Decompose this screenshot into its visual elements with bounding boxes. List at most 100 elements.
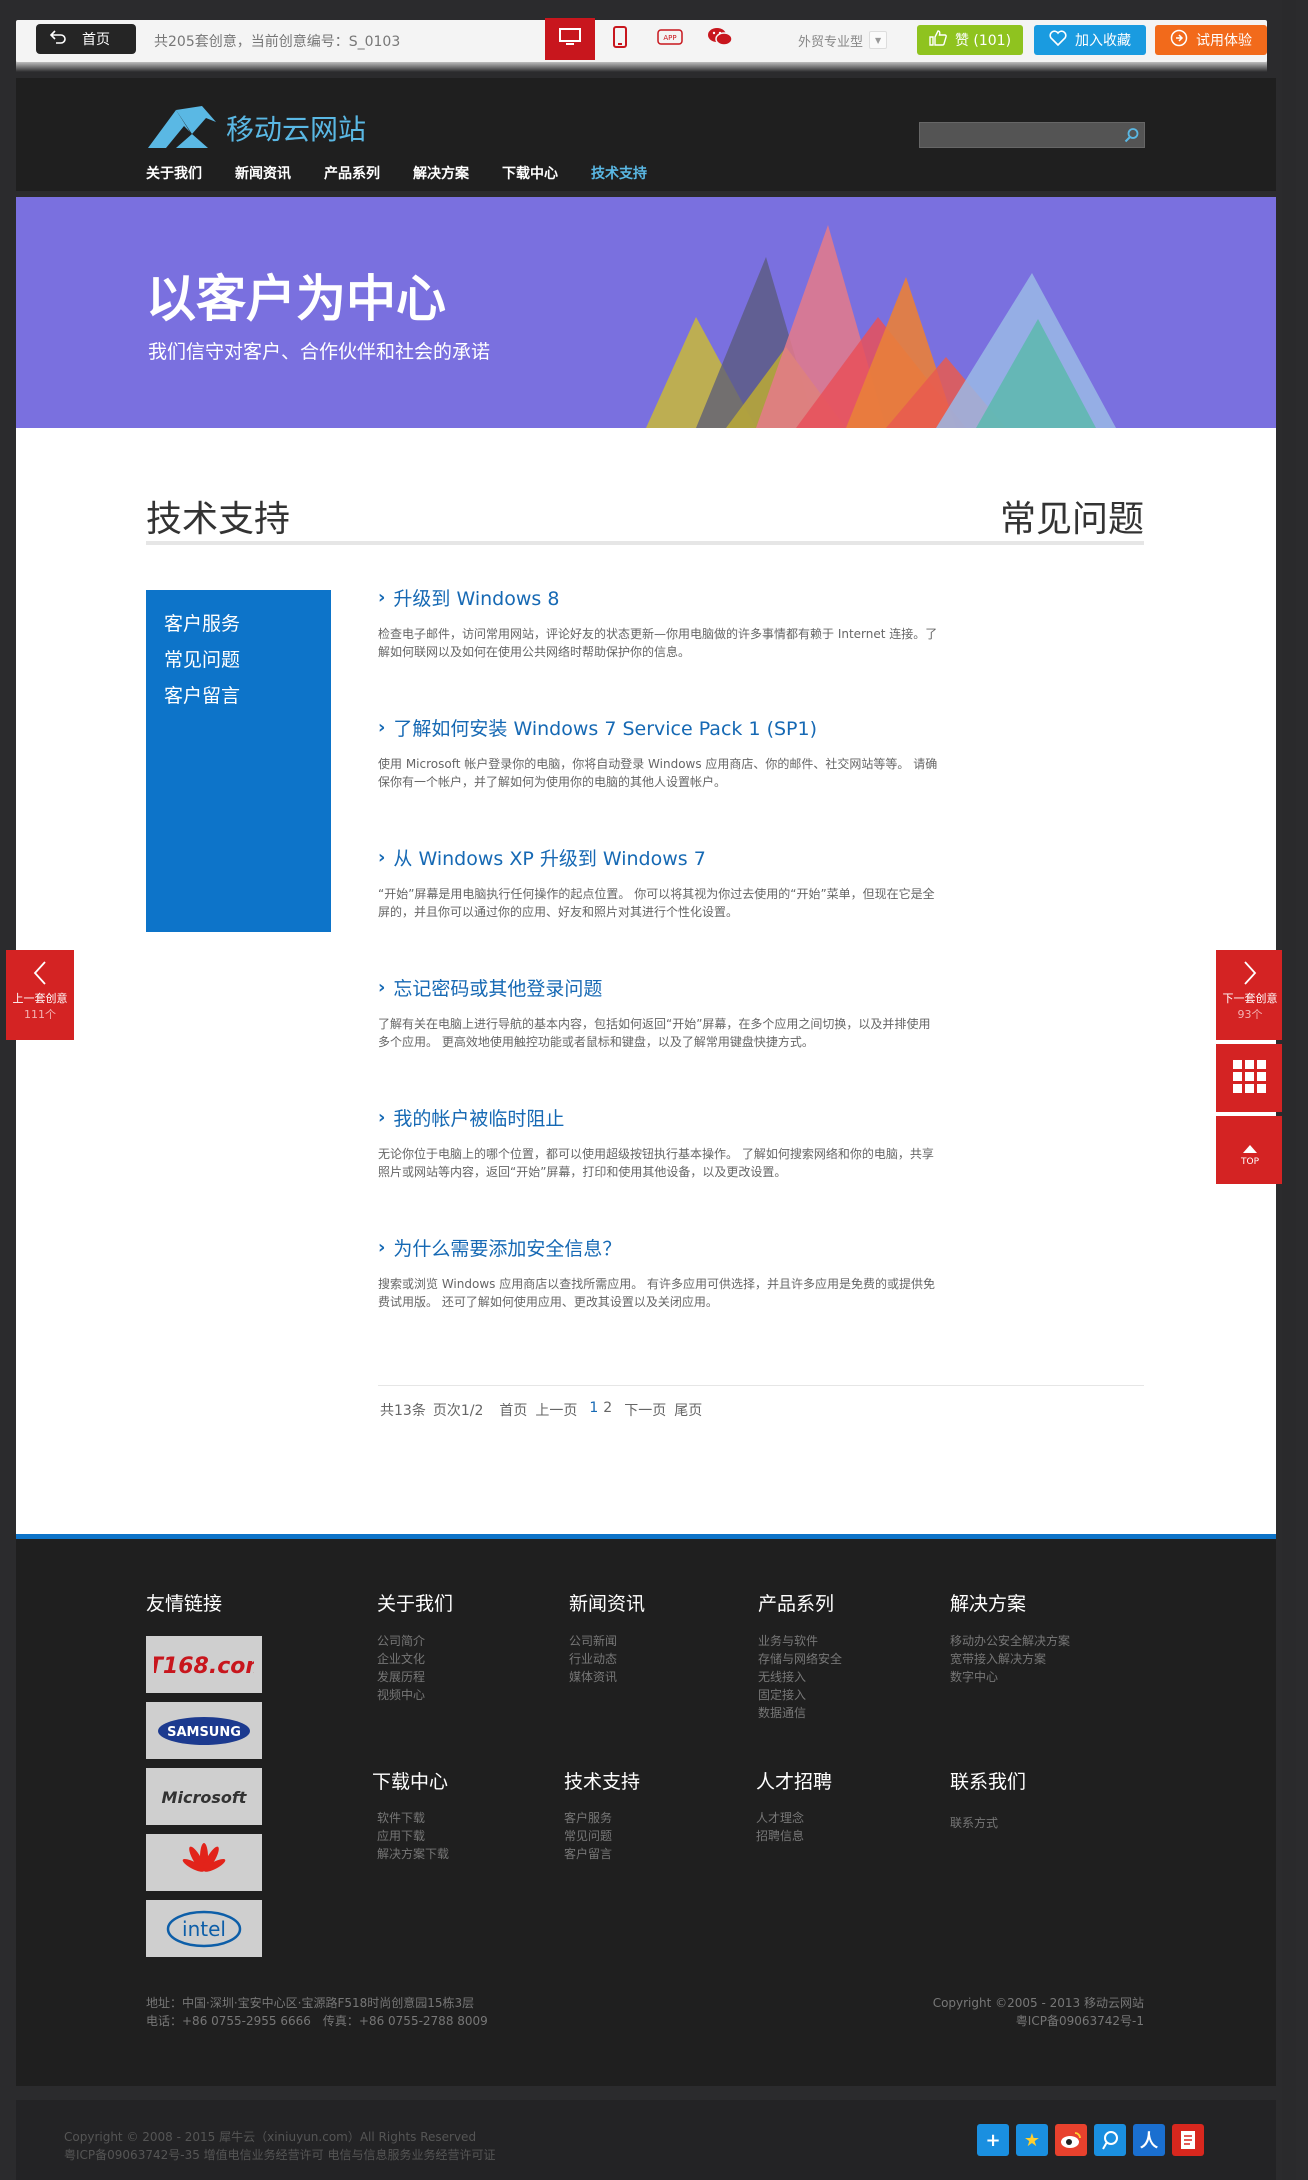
partner-logo-microsoft[interactable]: Microsoft [146, 1768, 262, 1825]
site-logo[interactable]: 移动云网站 [146, 104, 406, 152]
question-link[interactable]: › 我的帐户被临时阻止 [378, 1104, 938, 1131]
question-link[interactable]: › 为什么需要添加安全信息？ [378, 1234, 938, 1261]
like-button-label: 赞 (101) [954, 33, 1012, 49]
prev-template-button[interactable]: 上一套创意 111个 [6, 950, 74, 1040]
platform-footer: Copyright © 2008 - 2015 犀牛云（xiniuyun.com… [16, 2100, 1276, 2180]
sidebar-item-customer-service[interactable]: 客户服务 [146, 606, 331, 642]
footer-link[interactable]: 存储与网络安全 [758, 1650, 842, 1668]
qzone-icon[interactable]: + [977, 2124, 1009, 2156]
nav-about[interactable]: 关于我们 [146, 163, 202, 183]
footer-link[interactable]: 软件下载 [377, 1809, 449, 1827]
partner-logo-samsung[interactable]: SAMSUNG [146, 1702, 262, 1759]
nav-downloads[interactable]: 下载中心 [502, 163, 558, 183]
mobile-preview-tab[interactable] [595, 18, 645, 60]
question-link[interactable]: › 从 Windows XP 升级到 Windows 7 [378, 844, 938, 871]
sidebar-item-faq[interactable]: 常见问题 [146, 642, 331, 678]
pager-last[interactable]: 尾页 [674, 1400, 702, 1420]
question-title: 了解如何安装 Windows 7 Service Pack 1 (SP1) [393, 718, 817, 740]
question-link[interactable]: › 升级到 Windows 8 [378, 584, 938, 611]
back-to-top-button[interactable]: TOP [1216, 1116, 1284, 1184]
nav-solutions[interactable]: 解决方案 [413, 163, 469, 183]
footer-link[interactable]: 应用下载 [377, 1827, 449, 1845]
question-description: 检查电子邮件，访问常用网站，评论好友的状态更新—你用电脑做的许多事情都有赖于 I… [378, 627, 938, 659]
scrollbar[interactable] [1282, 0, 1296, 2180]
arrow-circle-icon [1170, 29, 1188, 51]
footer-link[interactable]: 企业文化 [377, 1650, 425, 1668]
search-icon[interactable] [1124, 127, 1140, 147]
partner-logo-huawei[interactable] [146, 1834, 262, 1891]
footer-link[interactable]: 招聘信息 [756, 1827, 804, 1845]
intel-logo-icon: intel [166, 1910, 242, 1947]
footer-link[interactable]: 客户服务 [564, 1809, 612, 1827]
footer-link[interactable]: 宽带接入解决方案 [950, 1650, 1070, 1668]
toolbar-shadow [16, 62, 1267, 72]
renren-icon[interactable]: 人 [1133, 2124, 1165, 2156]
question-link[interactable]: › 了解如何安装 Windows 7 Service Pack 1 (SP1) [378, 714, 938, 741]
question-link[interactable]: › 忘记密码或其他登录问题 [378, 974, 938, 1001]
question-title: 为什么需要添加安全信息？ [393, 1238, 622, 1260]
footer-link[interactable]: 业务与软件 [758, 1632, 842, 1650]
trial-button[interactable]: 试用体验 [1155, 25, 1267, 55]
app-preview-tab[interactable]: APP [645, 18, 695, 60]
footer-link[interactable]: 人才理念 [756, 1809, 804, 1827]
footer-link[interactable]: 数字中心 [950, 1668, 1070, 1686]
home-button[interactable]: 首页 [36, 24, 136, 54]
prev-template-label: 上一套创意 [12, 992, 68, 1005]
nav-support[interactable]: 技术支持 [591, 163, 647, 183]
nav-news[interactable]: 新闻资讯 [235, 163, 291, 183]
chevron-right-icon: › [378, 1107, 386, 1128]
footer-col-contact-title: 联系我们 [950, 1771, 1027, 1793]
footer-address: 地址：中国·深圳·宝安中心区·宝源路F518时尚创意园15栋3层 [146, 1996, 475, 2010]
wechat-preview-tab[interactable] [695, 18, 745, 60]
friends-links-title: 友情链接 [146, 1593, 223, 1615]
footer-link[interactable]: 联系方式 [950, 1814, 998, 1832]
pager-divider [378, 1385, 1144, 1386]
footer-link[interactable]: 客户留言 [564, 1845, 612, 1863]
next-template-button[interactable]: 下一套创意 93个 [1216, 950, 1284, 1040]
thumbs-up-icon [929, 30, 947, 50]
footer-link[interactable]: 公司简介 [377, 1632, 425, 1650]
nav-products[interactable]: 产品系列 [324, 163, 380, 183]
like-button[interactable]: 赞 (101) [917, 25, 1023, 55]
footer-link[interactable]: 视频中心 [377, 1686, 425, 1704]
template-info: 共205套创意，当前创意编号：S_0103 [154, 34, 401, 50]
footer-col-jobs-links: 人才理念 招聘信息 [756, 1809, 804, 1845]
partner-logo-it168[interactable]: IT168.com [146, 1636, 262, 1693]
all-templates-button[interactable] [1216, 1044, 1284, 1112]
tencent-weibo-icon[interactable] [1094, 2124, 1126, 2156]
pager-first[interactable]: 首页 [499, 1400, 527, 1420]
footer-link[interactable]: 常见问题 [564, 1827, 612, 1845]
add-favorite-button[interactable]: 加入收藏 [1034, 25, 1146, 55]
footer-link[interactable]: 媒体资讯 [569, 1668, 617, 1686]
footer-link[interactable]: 无线接入 [758, 1668, 842, 1686]
more-share-icon[interactable] [1172, 2124, 1204, 2156]
monitor-icon [558, 27, 582, 51]
sidebar-item-messages[interactable]: 客户留言 [146, 678, 331, 714]
footer-link[interactable]: 移动办公安全解决方案 [950, 1632, 1070, 1650]
chevron-right-icon: › [378, 717, 386, 738]
footer-link[interactable]: 公司新闻 [569, 1632, 617, 1650]
footer-link[interactable]: 行业动态 [569, 1650, 617, 1668]
pager-next[interactable]: 下一页 [624, 1400, 666, 1420]
pager-page-1[interactable]: 1 [589, 1400, 598, 1420]
pager-page-2[interactable]: 2 [603, 1400, 612, 1420]
footer-link[interactable]: 发展历程 [377, 1668, 425, 1686]
footer-col-downloads-links: 软件下载 应用下载 解决方案下载 [377, 1809, 449, 1863]
footer-link[interactable]: 解决方案下载 [377, 1845, 449, 1863]
phone-icon [613, 26, 627, 52]
footer-link[interactable]: 数据通信 [758, 1704, 842, 1722]
partner-logo-intel[interactable]: intel [146, 1900, 262, 1957]
desktop-preview-tab[interactable] [545, 18, 595, 60]
template-type-select[interactable]: 外贸专业型 ▼ [798, 28, 898, 52]
list-item: › 从 Windows XP 升级到 Windows 7 “开始”屏幕是用电脑执行… [378, 844, 938, 921]
list-item: › 我的帐户被临时阻止 无论你位于电脑上的哪个位置，都可以使用超级按钮执行基本操作… [378, 1104, 938, 1181]
question-description: 了解有关在电脑上进行导航的基本内容，包括如何返回“开始”屏幕，在多个应用之间切换… [378, 1017, 931, 1049]
pager-prev[interactable]: 上一页 [535, 1400, 577, 1420]
weibo-icon[interactable] [1055, 2124, 1087, 2156]
search-input[interactable] [919, 122, 1145, 148]
back-to-top-label: TOP [1240, 1157, 1259, 1167]
footer-link[interactable]: 固定接入 [758, 1686, 842, 1704]
favorite-star-icon[interactable]: ★ [1016, 2124, 1048, 2156]
pager-page-info: 页次1/2 [432, 1403, 484, 1419]
back-arrow-icon [49, 30, 66, 48]
